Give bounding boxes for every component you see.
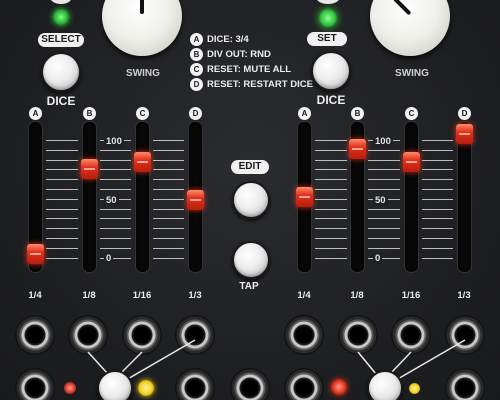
jack-connector-lines: [87, 339, 466, 381]
bottom-led-yellow-left: [138, 380, 154, 396]
bottom-led-red-left: [64, 382, 76, 394]
bottom-led-yellow-right: [409, 383, 420, 394]
dice-select-button-right[interactable]: [367, 370, 403, 400]
dice-select-button-left[interactable]: [97, 370, 133, 400]
module-panel: SELECT DICE SWING A DICE: 3/4 B DIV OUT: RN…: [0, 0, 500, 400]
bottom-led-red-right: [331, 379, 347, 395]
